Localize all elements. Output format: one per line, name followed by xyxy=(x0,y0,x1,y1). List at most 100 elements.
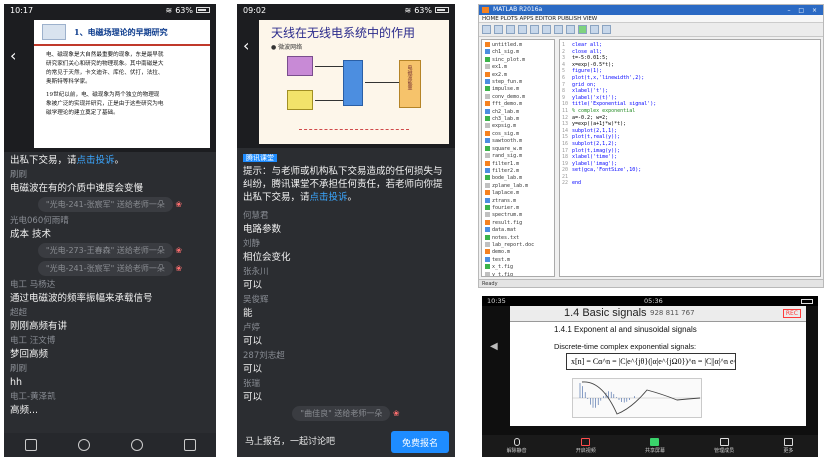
discuss-prompt[interactable]: 马上报名，一起讨论吧 xyxy=(245,434,335,447)
file-item[interactable]: zplane_lab.m xyxy=(485,182,551,190)
chat-sender: 张永川 xyxy=(243,267,269,277)
chat-message: 可以 xyxy=(243,364,263,375)
new-file-icon[interactable] xyxy=(482,25,491,34)
code-line[interactable]: 15 plot(t,real(y)); xyxy=(562,134,818,141)
chat-list[interactable]: 何慧君 电路参数 刘静 相位会变化 张永川 可以 吴俊辉能卢婷 可以 287刘志超 可以 张瑞 可以 "… xyxy=(237,208,455,438)
meeting-control-microphone[interactable]: 解除静音 xyxy=(507,438,527,454)
file-item[interactable]: expsig.m xyxy=(485,123,551,130)
slide-body-line: 研究家们关心和研究的物理现象。其中南磁是大 xyxy=(46,61,164,67)
back-arrow-icon[interactable]: ‹ xyxy=(243,36,249,55)
code-line[interactable]: 1 clear all; xyxy=(562,42,818,49)
battery-text: 63% xyxy=(414,5,432,15)
meeting-control-video-off[interactable]: 开启视频 xyxy=(576,438,596,454)
file-item[interactable]: untitled.m xyxy=(485,42,551,49)
open-file-icon[interactable] xyxy=(494,25,503,34)
file-item[interactable]: impulse.m xyxy=(485,86,551,93)
breakpoint-icon[interactable] xyxy=(566,25,575,34)
file-item[interactable]: ztrans.m xyxy=(485,197,551,205)
file-item[interactable]: ex2.m xyxy=(485,71,551,79)
file-item[interactable]: filter1.m xyxy=(485,160,551,168)
free-signup-button[interactable]: 免费报名 xyxy=(391,431,449,453)
file-item[interactable]: ch1_sig.m xyxy=(485,49,551,56)
file-item[interactable]: demo.m xyxy=(485,249,551,256)
code-line[interactable]: 2 close all; xyxy=(562,49,818,56)
back-arrow-icon[interactable]: ‹ xyxy=(10,46,16,65)
meeting-control-more[interactable]: 更多 xyxy=(783,438,793,454)
file-item[interactable]: conv_demo.m xyxy=(485,93,551,101)
code-text: plot(t,imag(y)); xyxy=(572,147,621,154)
code-line[interactable]: 9 ylabel('x(t)'); xyxy=(562,95,818,102)
file-item[interactable]: ch2_lab.m xyxy=(485,108,551,116)
code-line[interactable]: 18 xlabel('time'); xyxy=(562,154,818,161)
file-item[interactable]: x_t.fig xyxy=(485,264,551,271)
slide-title-bar: 1.4 Basic signals 928 811 767 REC xyxy=(510,306,806,322)
video-area[interactable]: ‹ 1、电磁场理论的早期研究 电、磁现象是大自然最重要的现象，东是最早就 研究家们… xyxy=(4,16,216,152)
file-item[interactable]: lab_report.doc xyxy=(485,241,551,249)
target-icon[interactable] xyxy=(130,439,143,451)
file-item[interactable]: notes.txt xyxy=(485,234,551,242)
file-item[interactable]: test.m xyxy=(485,256,551,264)
code-line[interactable]: 11% complex exponential xyxy=(562,108,818,115)
code-line[interactable]: 16 subplot(2,1,2); xyxy=(562,141,818,148)
file-item[interactable]: bode_lab.m xyxy=(485,175,551,182)
gift-icon[interactable] xyxy=(77,439,90,451)
code-line[interactable]: 5 figure(1); xyxy=(562,68,818,75)
file-item[interactable]: spectrum.m xyxy=(485,212,551,219)
comment-icon[interactable] xyxy=(24,439,37,451)
code-line[interactable]: 14 subplot(2,1,1); xyxy=(562,128,818,135)
indent-icon[interactable] xyxy=(554,25,563,34)
file-item[interactable]: ex1.m xyxy=(485,64,551,71)
code-line[interactable]: 6 plot(t,x,'linewidth',2); xyxy=(562,75,818,82)
window-controls[interactable]: – □ × xyxy=(787,6,820,16)
report-link[interactable]: 点击投诉 xyxy=(310,192,348,203)
current-folder-panel[interactable]: untitled.m ch1_sig.m sinc_plot.m ex1.m ex2.m… xyxy=(481,39,555,277)
code-line[interactable]: 12 a=-0.2; w=2; xyxy=(562,115,818,122)
share-icon[interactable] xyxy=(183,439,196,451)
code-line[interactable]: 17 plot(t,imag(y)); xyxy=(562,148,818,155)
chat-sender: 卢婷 xyxy=(243,323,261,333)
meeting-control-share-screen[interactable]: 共享屏幕 xyxy=(645,438,665,454)
file-name: sinc_plot.m xyxy=(492,56,526,63)
find-icon[interactable] xyxy=(530,25,539,34)
comment-icon[interactable] xyxy=(542,25,551,34)
file-item[interactable]: sinc_plot.m xyxy=(485,56,551,64)
file-item[interactable]: sawtooth.m xyxy=(485,138,551,145)
code-line[interactable]: 19 ylabel('imag'); xyxy=(562,161,818,168)
file-item[interactable]: ch3_lab.m xyxy=(485,116,551,123)
file-item[interactable]: result.fig xyxy=(485,219,551,227)
report-link[interactable]: 点击投诉 xyxy=(77,155,115,166)
chat-list[interactable]: 出私下交易，请点击投诉。 刷刷 电磁波在有的介质中速度会变慢 "光电-241-张宸军"… xyxy=(4,152,216,434)
file-item[interactable]: filter2.m xyxy=(485,167,551,175)
file-item[interactable]: step_fun.m xyxy=(485,79,551,86)
code-line[interactable]: 20 set(gca,'FontSize',10); xyxy=(562,167,818,174)
file-item[interactable]: cos_sig.m xyxy=(485,130,551,138)
code-line[interactable]: 4 x=exp(-0.5*t); xyxy=(562,62,818,69)
run-icon[interactable] xyxy=(578,25,587,34)
file-item[interactable]: square_w.m xyxy=(485,145,551,153)
save-icon[interactable] xyxy=(506,25,515,34)
speaker-icon[interactable]: ◀ xyxy=(490,341,500,352)
print-icon[interactable] xyxy=(518,25,527,34)
code-text: % complex exponential xyxy=(572,107,636,114)
file-item[interactable]: fft_demo.m xyxy=(485,101,551,108)
code-line[interactable]: 13 y=exp((a+1j*w)*t); xyxy=(562,121,818,128)
line-number: 16 xyxy=(562,140,569,147)
file-item[interactable]: data.mat xyxy=(485,227,551,234)
control-label: 管理成员 xyxy=(714,448,735,454)
code-editor[interactable]: 1 clear all; 2 close all; 3 t=-5:0.01:5; 4 x=ex… xyxy=(559,39,821,277)
file-item[interactable]: rand_sig.m xyxy=(485,153,551,160)
video-area[interactable]: ‹ 天线在无线电系统中的作用 ● 微波网络 电磁波能量 xyxy=(237,16,455,148)
code-line[interactable]: 3 t=-5:0.01:5; xyxy=(562,55,818,62)
code-line[interactable]: 10 title('Exponential signal'); xyxy=(562,101,818,108)
run-section-icon[interactable] xyxy=(590,25,599,34)
code-line[interactable]: 21 xyxy=(562,174,818,181)
file-item[interactable]: laplace.m xyxy=(485,190,551,197)
code-line[interactable]: 8 xlabel('t'); xyxy=(562,88,818,95)
advance-icon[interactable] xyxy=(602,25,611,34)
file-item[interactable]: y_t.fig xyxy=(485,271,551,276)
code-line[interactable]: 7 grid on; xyxy=(562,82,818,89)
ribbon-tabs[interactable]: HOME PLOTS APPS EDITOR PUBLISH VIEW xyxy=(479,15,823,23)
file-item[interactable]: fourier.m xyxy=(485,204,551,212)
meeting-control-participants[interactable]: 管理成员 xyxy=(714,438,734,454)
code-line[interactable]: 22 end xyxy=(562,180,818,187)
